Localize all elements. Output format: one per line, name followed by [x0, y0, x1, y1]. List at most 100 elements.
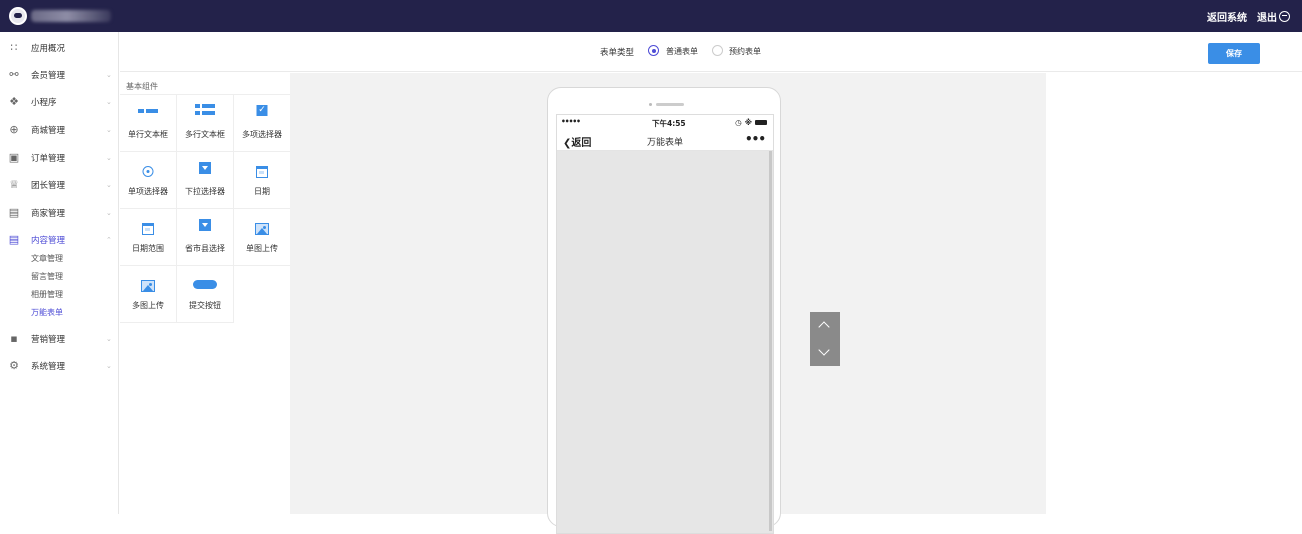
- sidebar-item-content[interactable]: ▤ 内容管理 ⌃: [0, 230, 119, 250]
- component-multi-line-text[interactable]: 多行文本框: [177, 95, 234, 152]
- status-icons: ◷ ※: [735, 118, 767, 127]
- component-dropdown[interactable]: 下拉选择器: [177, 152, 234, 209]
- miniapp-icon: ❖: [9, 95, 19, 108]
- grid-icon: ∷: [10, 41, 18, 54]
- properties-panel: [1046, 73, 1302, 514]
- move-down-button[interactable]: [810, 339, 840, 366]
- phone-page-title: 万能表单: [646, 138, 683, 148]
- component-label: 多项选择器: [242, 130, 282, 139]
- save-button[interactable]: 保存: [1208, 43, 1260, 64]
- radio-normal-form[interactable]: [648, 45, 659, 56]
- sidebar-item-members[interactable]: ⚯ 会员管理 ⌄: [0, 65, 119, 85]
- component-label: 日期: [254, 187, 270, 196]
- component-multi-select[interactable]: ✓ 多项选择器: [234, 95, 291, 152]
- button-icon: [193, 280, 217, 289]
- sidebar-item-label: 订单管理: [31, 154, 66, 164]
- component-label: 单项选择器: [128, 187, 168, 196]
- chevron-down-icon: ⌄: [106, 362, 112, 370]
- logout-label: 退出: [1257, 12, 1277, 24]
- sidebar-item-label: 营销管理: [31, 335, 66, 345]
- sidebar-item-marketing[interactable]: ▪ 营销管理 ⌄: [0, 329, 119, 349]
- dropdown-icon: [199, 219, 211, 231]
- sidebar-item-mall[interactable]: ⊕ 商城管理 ⌄: [0, 120, 119, 140]
- component-date-range[interactable]: 日期范围: [120, 209, 177, 266]
- components-panel: 基本组件 单行文本框 多行文本框 ✓ 多项选择器 单项选择器 下拉选择器 日期: [120, 73, 291, 514]
- phone-scrollbar[interactable]: [769, 151, 772, 531]
- battery-icon: [755, 120, 767, 125]
- top-bar: 返回系统 退出: [0, 0, 1302, 32]
- sidebar-item-label: 应用概况: [31, 44, 66, 54]
- form-type-bar: 表单类型 普通表单 预约表单 保存: [120, 32, 1302, 72]
- chevron-down-icon: ⌄: [106, 209, 112, 217]
- bluetooth-icon: ※: [744, 118, 752, 127]
- radio-label-normal[interactable]: 普通表单: [666, 46, 698, 57]
- phone-nav-bar: ❮返回 万能表单 •••: [557, 129, 773, 151]
- component-single-line-text[interactable]: 单行文本框: [120, 95, 177, 152]
- component-label: 下拉选择器: [185, 187, 225, 196]
- sidebar-item-system[interactable]: ⚙ 系统管理 ⌄: [0, 356, 119, 376]
- chevron-down-icon: ⌄: [106, 335, 112, 343]
- cart-icon: ⊕: [9, 123, 19, 136]
- component-submit-button[interactable]: 提交按钮: [177, 266, 234, 323]
- users-icon: ⚯: [9, 68, 19, 81]
- chevron-down-icon: [818, 344, 830, 356]
- sidebar-item-label: 商城管理: [31, 126, 66, 136]
- sidebar-subitem-universal-form[interactable]: 万能表单: [31, 307, 63, 318]
- multi-line-icon: [195, 104, 215, 116]
- sidebar-item-orders[interactable]: ▣ 订单管理 ⌄: [0, 148, 119, 168]
- return-system-link[interactable]: 返回系统: [1207, 9, 1247, 24]
- crown-icon: ♕: [9, 178, 19, 191]
- chart-icon: ▪: [10, 332, 18, 345]
- logo-icon: [9, 7, 27, 25]
- component-label: 单图上传: [246, 244, 278, 253]
- sidebar-item-label: 会员管理: [31, 71, 66, 81]
- move-controls: [810, 312, 840, 366]
- chevron-down-icon: ⌄: [106, 181, 112, 189]
- app-name-blurred: [31, 10, 111, 22]
- calendar-icon: [256, 166, 268, 178]
- sidebar-subitem-articles[interactable]: 文章管理: [31, 253, 63, 264]
- component-multi-image-upload[interactable]: 多图上传: [120, 266, 177, 323]
- alarm-icon: ◷: [735, 118, 742, 127]
- radio-appointment-form[interactable]: [712, 45, 723, 56]
- sidebar-item-miniapp[interactable]: ❖ 小程序 ⌄: [0, 92, 119, 112]
- sidebar-subitem-messages[interactable]: 留言管理: [31, 271, 63, 282]
- sidebar-subitem-albums[interactable]: 相册管理: [31, 289, 63, 300]
- signal-icon: •••••: [561, 117, 581, 126]
- sidebar-item-label: 小程序: [31, 98, 57, 108]
- order-icon: ▣: [8, 151, 20, 164]
- component-label: 提交按钮: [189, 301, 221, 310]
- phone-screen: ••••• 下午4:55 ◷ ※ ❮返回 万能表单 •••: [556, 114, 774, 534]
- sidebar-item-merchants[interactable]: ▤ 商家管理 ⌄: [0, 203, 119, 223]
- image-icon: [255, 223, 269, 235]
- form-type-label: 表单类型: [600, 48, 635, 58]
- sidebar: ∷ 应用概况 ⚯ 会员管理 ⌄ ❖ 小程序 ⌄ ⊕ 商城管理 ⌄ ▣ 订单管理 …: [0, 32, 119, 514]
- chevron-down-icon: ⌄: [106, 98, 112, 106]
- component-region-select[interactable]: 省市县选择: [177, 209, 234, 266]
- image-icon: [141, 280, 155, 292]
- component-date[interactable]: 日期: [234, 152, 291, 209]
- sidebar-item-label: 内容管理: [31, 236, 66, 246]
- component-single-image-upload[interactable]: 单图上传: [234, 209, 291, 266]
- sidebar-item-label: 商家管理: [31, 209, 66, 219]
- sidebar-item-leaders[interactable]: ♕ 团长管理 ⌄: [0, 175, 119, 195]
- phone-camera: [649, 103, 652, 106]
- logout-button[interactable]: 退出: [1257, 9, 1290, 24]
- components-title: 基本组件: [126, 82, 158, 91]
- phone-speaker: [656, 103, 684, 106]
- calendar-icon: [142, 223, 154, 235]
- more-icon[interactable]: •••: [745, 132, 766, 146]
- radio-icon: [142, 166, 154, 177]
- sidebar-item-overview[interactable]: ∷ 应用概况: [0, 38, 119, 58]
- component-single-select[interactable]: 单项选择器: [120, 152, 177, 209]
- sidebar-item-label: 系统管理: [31, 362, 66, 372]
- checkbox-icon: ✓: [256, 105, 268, 116]
- store-icon: ▤: [8, 206, 20, 219]
- move-up-button[interactable]: [810, 312, 840, 339]
- radio-label-appointment[interactable]: 预约表单: [729, 46, 761, 57]
- chevron-up-icon: ⌃: [106, 236, 112, 244]
- chevron-up-icon: [818, 321, 830, 333]
- top-right-actions: 返回系统 退出: [1207, 0, 1290, 32]
- status-time: 下午4:55: [652, 119, 686, 128]
- component-label: 省市县选择: [185, 244, 225, 253]
